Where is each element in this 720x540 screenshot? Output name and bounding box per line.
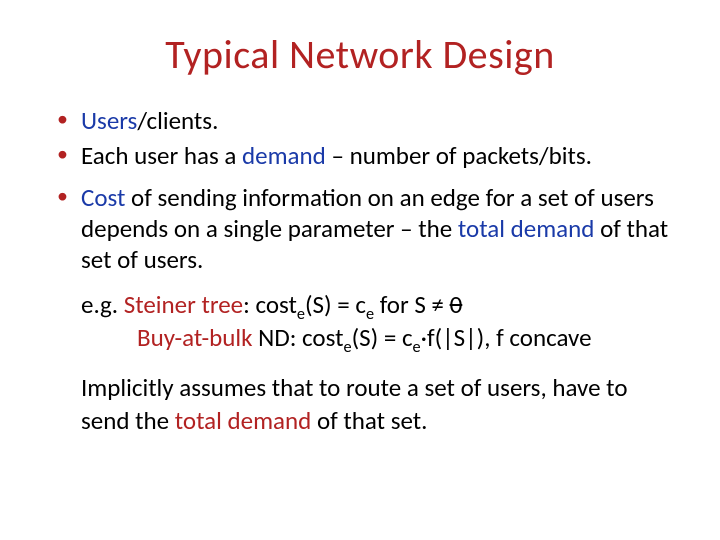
bullet-cost: Cost of sending information on an edge f…	[55, 182, 675, 276]
bab-cost-sub: e	[343, 338, 351, 357]
bullet-list: Users/clients. Each user has a demand – …	[55, 105, 675, 275]
steiner-cost: cost	[255, 289, 296, 320]
demand-word: demand	[242, 140, 326, 171]
slide-title: Typical Network Design	[45, 30, 675, 79]
bab-line: Buy-at-bulk ND: coste(S) = ce·f(|S|), f …	[81, 322, 675, 355]
demand-post: – number of packets/bits.	[326, 140, 592, 171]
demand-pre: Each user has a	[81, 140, 242, 171]
steiner-label: Steiner tree	[124, 289, 243, 320]
imp-total-demand: total demand	[175, 405, 312, 436]
bab-tail1: ND:	[253, 322, 303, 353]
total-demand-word: total demand	[458, 213, 595, 244]
slide: Typical Network Design Users/clients. Ea…	[0, 0, 720, 540]
implicit-note: Implicitly assumes that to route a set o…	[81, 372, 675, 437]
users-word: Users	[81, 105, 137, 136]
bullet-users: Users/clients.	[55, 105, 675, 136]
steiner-eq: (S) = c	[305, 289, 366, 320]
bab-c-sub: e	[413, 338, 421, 357]
eg-lead: e.g.	[81, 289, 124, 320]
example-block: e.g. Steiner tree: coste(S) = ce for S ≠…	[81, 289, 675, 354]
bab-eq: (S) = c	[352, 322, 413, 353]
emptyset-icon: 0	[450, 289, 463, 320]
bab-label: Buy-at-bulk	[137, 322, 253, 353]
imp-post: of that set.	[311, 405, 427, 436]
cost-word: Cost	[81, 182, 125, 213]
bab-cost: cost	[302, 322, 343, 353]
bab-dotf: ·f(|S|), f concave	[421, 322, 592, 353]
steiner-colon: :	[243, 289, 255, 320]
steiner-tail: for S ≠	[374, 289, 450, 320]
users-rest: /clients.	[137, 105, 218, 136]
bullet-demand: Each user has a demand – number of packe…	[55, 140, 675, 171]
